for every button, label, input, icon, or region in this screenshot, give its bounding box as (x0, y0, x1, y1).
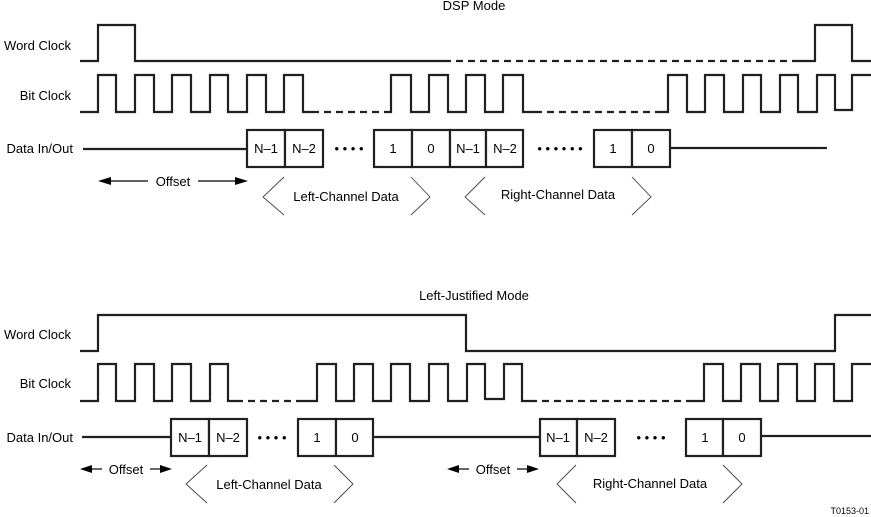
lj-offset-label-right: Offset (476, 462, 511, 477)
lj-word-clock-waveform (80, 313, 871, 353)
dsp-left-cell-n-2-text: N–2 (292, 141, 316, 156)
arrow-right-icon (160, 465, 172, 473)
dsp-bit-clock-waveform-2 (384, 73, 535, 114)
lj-left-channel-bracket: Left-Channel Data (185, 464, 354, 504)
dsp-mode-panel: DSP Mode Word Clock Bit Clock Data In/Ou… (4, 0, 871, 216)
dsp-right-channel-label: Right-Channel Data (501, 187, 616, 202)
bit-clock-label: Bit Clock (20, 88, 72, 103)
lj-right-cell-n-2-text: N–2 (584, 430, 608, 445)
arrow-right-icon (527, 465, 539, 473)
dsp-right-cell-n-2-text: N–2 (493, 141, 517, 156)
lj-right-cell-0-text: 0 (738, 430, 745, 445)
data-in-out-label: Data In/Out (7, 141, 74, 156)
left-justified-mode-title: Left-Justified Mode (419, 288, 529, 303)
arrow-left-icon (80, 465, 92, 473)
bit-clock-label: Bit Clock (20, 376, 72, 391)
dsp-left-ellipsis: • • • • (334, 141, 363, 156)
lj-bit-clock-waveform-1 (80, 362, 236, 403)
lj-offset-arrow-right: Offset (447, 462, 539, 477)
dsp-right-cell-0-text: 0 (647, 141, 654, 156)
lj-bit-clock-waveform-2 (303, 362, 530, 403)
arrow-right-icon (235, 177, 248, 185)
dsp-right-ellipsis: • • • • • • (537, 141, 583, 156)
dsp-left-cell-n-1-text: N–1 (254, 141, 278, 156)
lj-right-channel-bracket: Right-Channel Data (556, 464, 743, 504)
lj-bit-clock-waveform-3 (689, 362, 871, 403)
dsp-mode-title: DSP Mode (443, 0, 506, 13)
lj-left-cell-n-2-text: N–2 (216, 430, 240, 445)
dsp-offset-arrow: Offset (98, 174, 248, 189)
word-clock-label: Word Clock (4, 38, 71, 53)
lj-left-cell-0-text: 0 (351, 430, 358, 445)
lj-right-cell-1-text: 1 (701, 430, 708, 445)
dsp-left-channel-label: Left-Channel Data (293, 189, 399, 204)
lj-left-cell-n-1-text: N–1 (178, 430, 202, 445)
lj-left-channel-label: Left-Channel Data (216, 477, 322, 492)
left-justified-mode-panel: Left-Justified Mode Word Clock Bit Clock… (4, 288, 871, 504)
arrow-left-icon (447, 465, 459, 473)
data-in-out-label: Data In/Out (7, 430, 74, 445)
dsp-right-cell-1-text: 1 (609, 141, 616, 156)
lj-left-ellipsis: • • • • (257, 430, 286, 445)
lj-right-ellipsis: • • • • (636, 430, 665, 445)
dsp-left-cell-1-text: 1 (389, 141, 396, 156)
dsp-word-clock-waveform (80, 23, 444, 63)
dsp-left-cell-0-text: 0 (427, 141, 434, 156)
lj-offset-arrow-left: Offset (80, 462, 172, 477)
lj-right-channel-label: Right-Channel Data (593, 476, 708, 491)
dsp-bit-clock-waveform-3 (658, 73, 871, 114)
dsp-left-channel-bracket: Left-Channel Data (262, 176, 431, 216)
lj-offset-label-left: Offset (109, 462, 144, 477)
timing-diagram: DSP Mode Word Clock Bit Clock Data In/Ou… (4, 0, 871, 516)
dsp-word-clock-waveform-end (797, 23, 871, 63)
dsp-offset-label: Offset (156, 174, 191, 189)
lj-left-cell-1-text: 1 (313, 430, 320, 445)
dsp-right-channel-bracket: Right-Channel Data (464, 176, 652, 216)
lj-right-cell-n-1-text: N–1 (546, 430, 570, 445)
arrow-left-icon (98, 177, 111, 185)
figure-id-label: T0153-01 (830, 506, 869, 516)
dsp-right-cell-n-1-text: N–1 (456, 141, 480, 156)
dsp-bit-clock-waveform-1 (80, 73, 312, 114)
word-clock-label: Word Clock (4, 327, 71, 342)
